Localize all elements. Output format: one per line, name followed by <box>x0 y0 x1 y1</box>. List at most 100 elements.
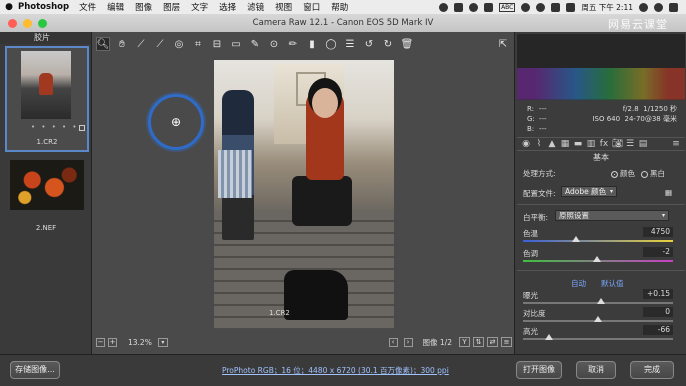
record-icon[interactable] <box>439 2 449 12</box>
default-link[interactable]: 默认值 <box>601 278 624 289</box>
color-sampler-tool-icon[interactable]: ⟋ <box>153 37 167 51</box>
filmstrip-item-2[interactable] <box>10 160 84 210</box>
tab-calibration-icon[interactable]: 📷︎ <box>612 139 623 149</box>
exposure-value[interactable]: +0.15 <box>643 289 673 299</box>
tab-snapshots-icon[interactable]: ▤ <box>638 139 648 149</box>
temperature-track[interactable] <box>523 240 673 242</box>
wifi-icon[interactable] <box>536 2 546 12</box>
user-icon[interactable] <box>521 2 531 12</box>
menu-file[interactable]: 文件 <box>79 1 96 13</box>
clock[interactable]: 周五 下午 2:11 <box>581 2 633 13</box>
zoom-window-icon[interactable] <box>38 19 47 28</box>
tint-thumb[interactable] <box>592 256 601 262</box>
tab-hsl-icon[interactable]: ▦ <box>560 139 570 149</box>
trash-icon[interactable]: 🗑︎ <box>400 37 414 51</box>
menu-view[interactable]: 视图 <box>275 1 292 13</box>
save-image-button[interactable]: 存储图像... <box>10 361 60 379</box>
cancel-button[interactable]: 取消 <box>576 361 616 379</box>
panel-menu-icon[interactable]: ≡ <box>671 139 681 149</box>
radio-bw[interactable] <box>641 170 648 178</box>
graduated-filter-icon[interactable]: ▮ <box>305 37 319 51</box>
contrast-slider[interactable]: 对比度 0 <box>523 307 673 326</box>
exposure-slider[interactable]: 曝光 +0.15 <box>523 289 673 308</box>
open-image-button[interactable]: 打开图像 <box>516 361 562 379</box>
copy-settings-icon[interactable]: ⇄ <box>487 337 498 347</box>
radial-filter-icon[interactable]: ◯ <box>324 37 338 51</box>
targeted-adjustment-tool-icon[interactable]: ◎ <box>172 37 186 51</box>
rotate-right-icon[interactable]: ↻ <box>381 37 395 51</box>
zoom-out-icon[interactable]: − <box>96 337 105 347</box>
tint-slider[interactable]: 色调 -2 <box>523 247 673 266</box>
spot-removal-tool-icon[interactable]: ✎ <box>248 37 262 51</box>
rotate-left-icon[interactable]: ↺ <box>362 37 376 51</box>
battery-icon[interactable] <box>566 2 576 12</box>
workflow-options-link[interactable]: ProPhoto RGB；16 位；4480 x 6720 (30.1 百万像素… <box>222 365 449 376</box>
search-icon[interactable] <box>639 2 648 12</box>
previous-image-icon[interactable]: ‹ <box>388 337 398 347</box>
tab-effects-icon[interactable]: fx <box>599 139 609 149</box>
white-balance-select[interactable]: 原照设置 ▾ <box>555 210 669 221</box>
menu-help[interactable]: 帮助 <box>331 1 348 13</box>
target-icon[interactable] <box>469 2 479 12</box>
temperature-thumb[interactable] <box>571 236 580 242</box>
tab-lens-icon[interactable]: ▥ <box>586 139 596 149</box>
display-icon[interactable] <box>454 2 464 12</box>
swap-settings-icon[interactable]: ⇅ <box>473 337 484 347</box>
volume-icon[interactable] <box>551 2 561 12</box>
hand-tool-icon[interactable]: ✋︎ <box>115 37 129 51</box>
profile-select[interactable]: Adobe 颜色 ▾ <box>561 186 617 197</box>
treatment-bw-option[interactable]: 黑白 <box>641 168 665 179</box>
close-window-icon[interactable] <box>8 19 17 28</box>
before-after-toggle-icon[interactable]: Y <box>459 337 470 347</box>
menu-window[interactable]: 窗口 <box>303 1 320 13</box>
menu-layer[interactable]: 图层 <box>163 1 180 13</box>
rating-dots[interactable]: • • • • • <box>31 123 79 131</box>
highlights-value[interactable]: -66 <box>643 325 673 335</box>
keyboard-icon[interactable] <box>484 2 494 12</box>
tint-value[interactable]: -2 <box>643 247 673 257</box>
transform-tool-icon[interactable]: ▭ <box>229 37 243 51</box>
red-eye-tool-icon[interactable]: ⊙ <box>267 37 281 51</box>
white-balance-tool-icon[interactable]: ⟋ <box>134 37 148 51</box>
temperature-value[interactable]: 4750 <box>643 227 673 237</box>
app-menu[interactable]: Photoshop <box>18 2 69 12</box>
apple-menu-icon[interactable]: ● <box>0 2 18 12</box>
menu-image[interactable]: 图像 <box>135 1 152 13</box>
auto-link[interactable]: 自动 <box>571 278 586 289</box>
highlights-slider[interactable]: 高光 -66 <box>523 325 673 344</box>
filmstrip-item-1[interactable]: • • • • • 1.CR2 <box>5 46 89 152</box>
zoom-dropdown-icon[interactable]: ▾ <box>157 337 168 347</box>
straighten-tool-icon[interactable]: ⊟ <box>210 37 224 51</box>
toggle-defaults-icon[interactable]: ≡ <box>501 337 512 347</box>
temperature-slider[interactable]: 色温 4750 <box>523 227 673 246</box>
exposure-thumb[interactable] <box>597 298 605 304</box>
menu-select[interactable]: 选择 <box>219 1 236 13</box>
crop-tool-icon[interactable]: ⌗ <box>191 37 205 51</box>
highlights-thumb[interactable] <box>544 334 553 340</box>
tab-basic-icon[interactable]: ◉ <box>521 139 531 149</box>
preview-photo[interactable] <box>214 60 394 329</box>
minimize-window-icon[interactable] <box>23 19 32 28</box>
menu-type[interactable]: 文字 <box>191 1 208 13</box>
treatment-color-option[interactable]: 颜色 <box>611 168 635 179</box>
contrast-value[interactable]: 0 <box>643 307 673 317</box>
fullscreen-toggle-icon[interactable]: ⇱ <box>496 37 510 51</box>
adjustment-brush-icon[interactable]: ✏︎ <box>286 37 300 51</box>
contrast-thumb[interactable] <box>594 316 602 322</box>
tab-detail-icon[interactable]: ▲ <box>547 139 557 149</box>
menu-filter[interactable]: 滤镜 <box>247 1 264 13</box>
preferences-icon[interactable]: ☰ <box>343 37 357 51</box>
image-preview-canvas[interactable]: ⊕ <box>96 56 512 334</box>
tab-split-toning-icon[interactable]: ▬ <box>573 139 583 149</box>
avatar-icon[interactable] <box>654 2 663 12</box>
tab-presets-icon[interactable]: ☰ <box>625 139 635 149</box>
input-source[interactable]: ABC <box>499 2 516 12</box>
zoom-tool-icon[interactable]: 🔍︎ <box>96 37 110 51</box>
zoom-in-icon[interactable]: + <box>108 337 117 347</box>
notification-center-icon[interactable] <box>669 2 678 12</box>
next-image-icon[interactable]: › <box>403 337 413 347</box>
radio-color[interactable] <box>611 170 618 178</box>
done-button[interactable]: 完成 <box>630 361 674 379</box>
profile-browser-icon[interactable]: ▦ <box>665 188 672 197</box>
menu-edit[interactable]: 编辑 <box>107 1 124 13</box>
